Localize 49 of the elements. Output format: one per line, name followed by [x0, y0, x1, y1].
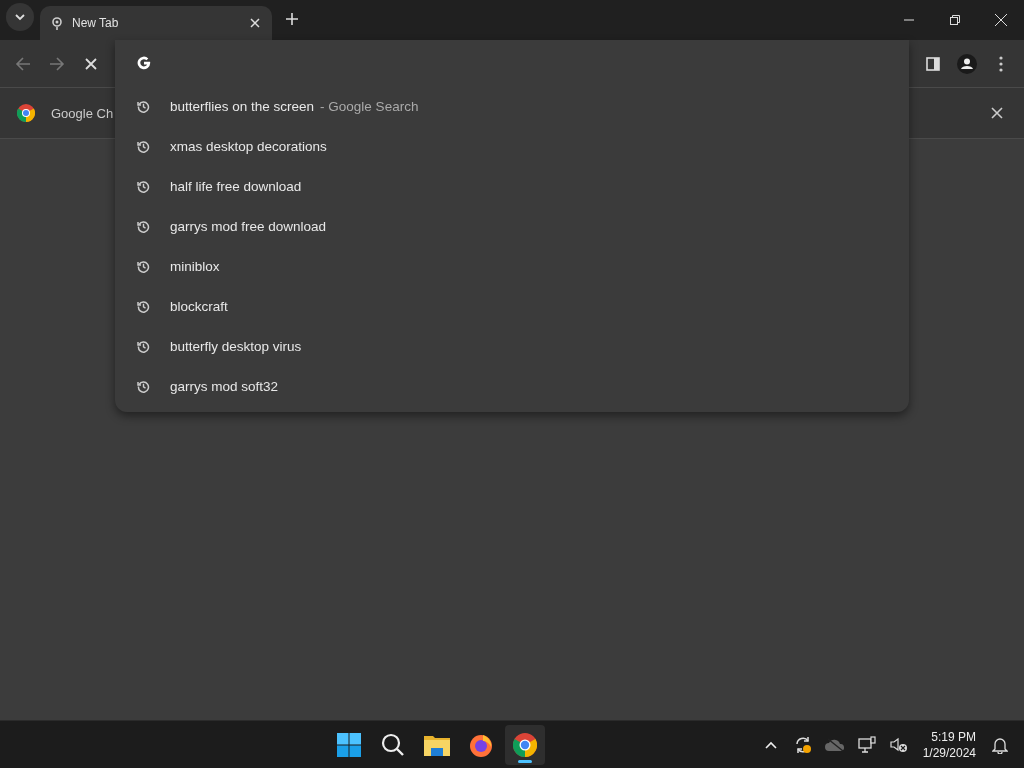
suggestion-text: butterflies on the screen [170, 98, 315, 114]
restore-icon[interactable] [950, 15, 960, 25]
suggestion-text: garrys mod free download [170, 218, 327, 234]
chevron-up-icon[interactable] [764, 740, 777, 749]
tab-search-button[interactable] [6, 3, 34, 31]
close-icon[interactable] [250, 18, 260, 28]
suggestion-item[interactable]: butterfly desktop virus [115, 326, 909, 366]
suggestion-text: miniblox [170, 258, 220, 274]
suggestion-text: blockcraft [170, 298, 228, 314]
suggestion-item[interactable]: half life free download [115, 166, 909, 206]
history-icon [137, 219, 150, 233]
plus-icon[interactable] [286, 12, 298, 25]
tab-title: New Tab [72, 16, 120, 30]
history-icon [137, 379, 150, 393]
clock-date: 1/29/2024 [922, 744, 976, 761]
suggestion-item[interactable]: garrys mod soft32 [115, 366, 909, 406]
history-icon [137, 179, 150, 193]
suggestion-item[interactable]: butterflies on the screen - Google Search [115, 86, 909, 126]
caret-down-icon [14, 11, 26, 23]
suggestion-item[interactable]: garrys mod free download [115, 206, 909, 246]
side-panel-icon[interactable] [926, 56, 940, 71]
history-icon [137, 259, 150, 273]
suggestion-text: xmas desktop decorations [170, 138, 327, 154]
chrome-icon[interactable] [505, 724, 546, 765]
more-vertical-icon[interactable] [999, 55, 1003, 72]
close-icon[interactable] [995, 14, 1007, 26]
google-logo-icon [137, 56, 151, 70]
profile-icon[interactable] [957, 53, 977, 74]
forward-arrow-icon[interactable] [49, 55, 65, 72]
browser-tab[interactable]: New Tab [40, 6, 272, 40]
clock-button[interactable]: 5:19 PM 1/29/2024 [916, 728, 982, 761]
history-icon [137, 299, 150, 313]
history-icon [137, 139, 150, 153]
clock-time: 5:19 PM [931, 728, 976, 745]
suggestion-text: butterfly desktop virus [170, 338, 302, 354]
chrome-logo-icon [17, 104, 35, 122]
suggestion-item[interactable]: blockcraft [115, 286, 909, 326]
suggestion-item[interactable]: xmas desktop decorations [115, 126, 909, 166]
tab-favicon-icon [52, 16, 62, 30]
suggestion-item[interactable]: miniblox [115, 246, 909, 286]
suggestion-text: garrys mod soft32 [170, 378, 279, 394]
close-icon[interactable] [85, 57, 97, 70]
suggestion-text: half life free download [170, 178, 302, 194]
history-icon [137, 99, 150, 113]
info-bar-text: Google Ch [51, 105, 114, 121]
back-arrow-icon[interactable] [15, 55, 31, 72]
history-icon [137, 339, 150, 353]
suggestion-source: - Google Search [320, 98, 419, 114]
close-icon[interactable] [991, 107, 1003, 119]
